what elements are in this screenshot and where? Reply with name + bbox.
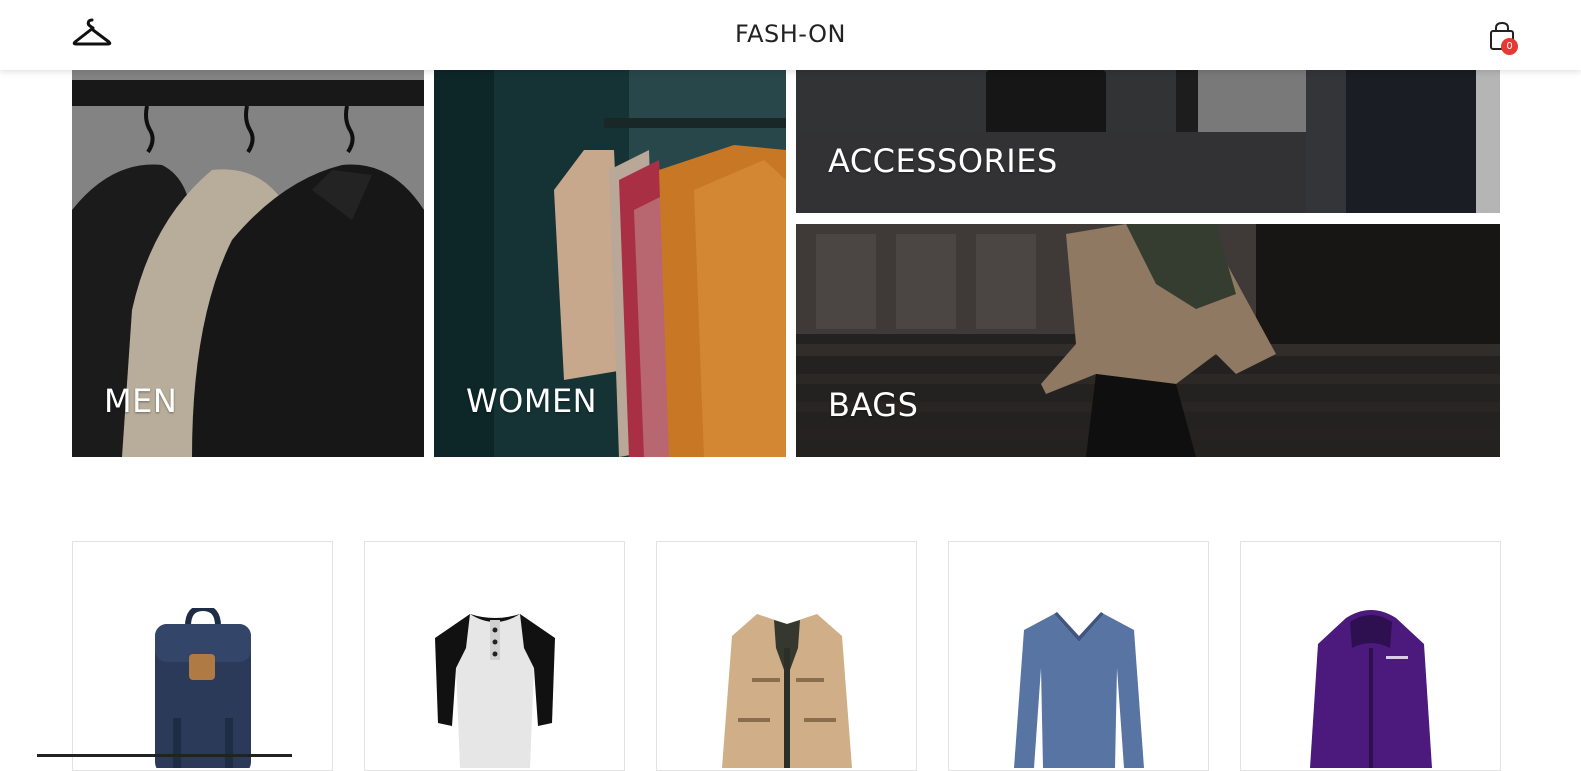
purple-parka-icon	[1309, 610, 1432, 768]
khaki-jacket-icon	[721, 614, 852, 768]
page-progress-bar	[37, 754, 292, 757]
top-navigation-bar: FASH-ON 0	[0, 0, 1581, 70]
backpack-icon	[154, 608, 251, 768]
product-card[interactable]	[948, 541, 1209, 771]
category-label-men: MEN	[104, 382, 178, 420]
category-label-bags: BAGS	[828, 386, 919, 424]
product-card[interactable]	[1240, 541, 1501, 771]
cart-count-badge: 0	[1501, 38, 1518, 55]
category-tile-men[interactable]: MEN	[72, 70, 424, 457]
brand-title[interactable]: FASH-ON	[0, 20, 1581, 48]
category-label-accessories: ACCESSORIES	[828, 142, 1058, 180]
product-card[interactable]	[656, 541, 917, 771]
category-label-women: WOMEN	[466, 382, 598, 420]
category-tile-accessories[interactable]: ACCESSORIES	[796, 70, 1500, 213]
raglan-henley-shirt-icon	[434, 614, 555, 768]
category-tile-bags[interactable]: BAGS	[796, 224, 1500, 457]
blue-vneck-sweater-icon	[1013, 612, 1144, 768]
category-tile-women[interactable]: WOMEN	[434, 70, 786, 457]
product-card[interactable]	[364, 541, 625, 771]
product-card[interactable]	[72, 541, 333, 771]
